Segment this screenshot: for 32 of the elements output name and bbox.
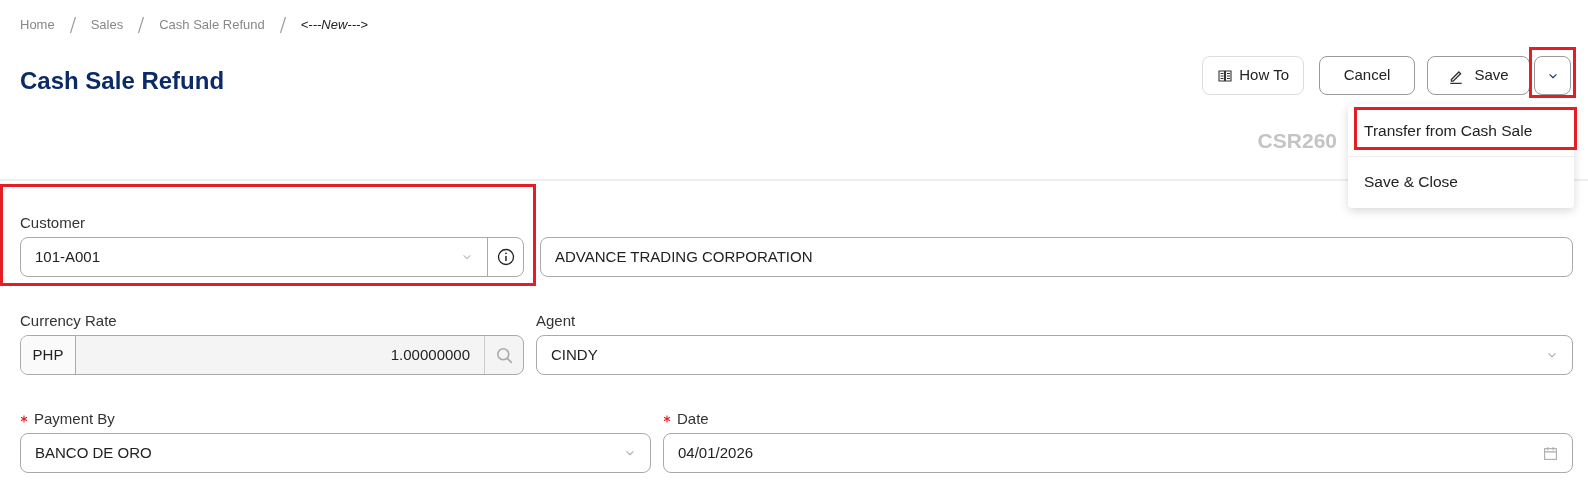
breadcrumb-link[interactable]: Cash Sale Refund bbox=[159, 14, 265, 35]
customer-select[interactable]: 101-A001 bbox=[20, 237, 524, 277]
customer-name-field[interactable]: ADVANCE TRADING CORPORATION bbox=[540, 237, 1573, 277]
how-to-button[interactable]: How To bbox=[1202, 56, 1304, 95]
field-label: Payment By bbox=[34, 408, 115, 429]
breadcrumb-separator bbox=[278, 15, 287, 34]
search-icon bbox=[495, 346, 513, 364]
breadcrumb-link[interactable]: Home bbox=[20, 14, 55, 35]
field-label: Customer bbox=[20, 212, 86, 233]
date-field[interactable]: 04/01/2026 bbox=[663, 433, 1573, 473]
currency-code: PHP bbox=[21, 336, 76, 374]
cancel-button[interactable]: Cancel bbox=[1319, 56, 1415, 95]
rate-value: 1.00000000 bbox=[389, 344, 471, 365]
field-label: Currency Rate bbox=[20, 310, 117, 331]
menu-item[interactable]: Transfer from Cash Sale bbox=[1364, 119, 1533, 143]
menu-item[interactable]: Save & Close bbox=[1364, 169, 1458, 194]
field-label: Agent bbox=[536, 310, 576, 331]
select-value: 101-A001 bbox=[35, 246, 101, 267]
breadcrumb-link[interactable]: Sales bbox=[90, 14, 124, 35]
breadcrumb-separator bbox=[137, 15, 146, 34]
calendar-icon bbox=[1543, 445, 1558, 461]
page-title: Cash Sale Refund bbox=[20, 66, 225, 96]
currency-rate-field[interactable]: PHP 1.00000000 bbox=[20, 335, 524, 375]
payment-select[interactable]: BANCO DE ORO bbox=[20, 433, 651, 473]
breadcrumb-current: <---New---> bbox=[300, 15, 368, 34]
field-label: Date bbox=[677, 408, 709, 429]
breadcrumb-separator bbox=[68, 15, 77, 34]
document-number: CSR260 bbox=[1257, 128, 1337, 154]
book-icon bbox=[1217, 68, 1234, 83]
agent-select[interactable]: CINDY bbox=[536, 335, 1573, 375]
info-icon bbox=[496, 248, 515, 266]
dropdown-button[interactable] bbox=[1534, 56, 1571, 95]
